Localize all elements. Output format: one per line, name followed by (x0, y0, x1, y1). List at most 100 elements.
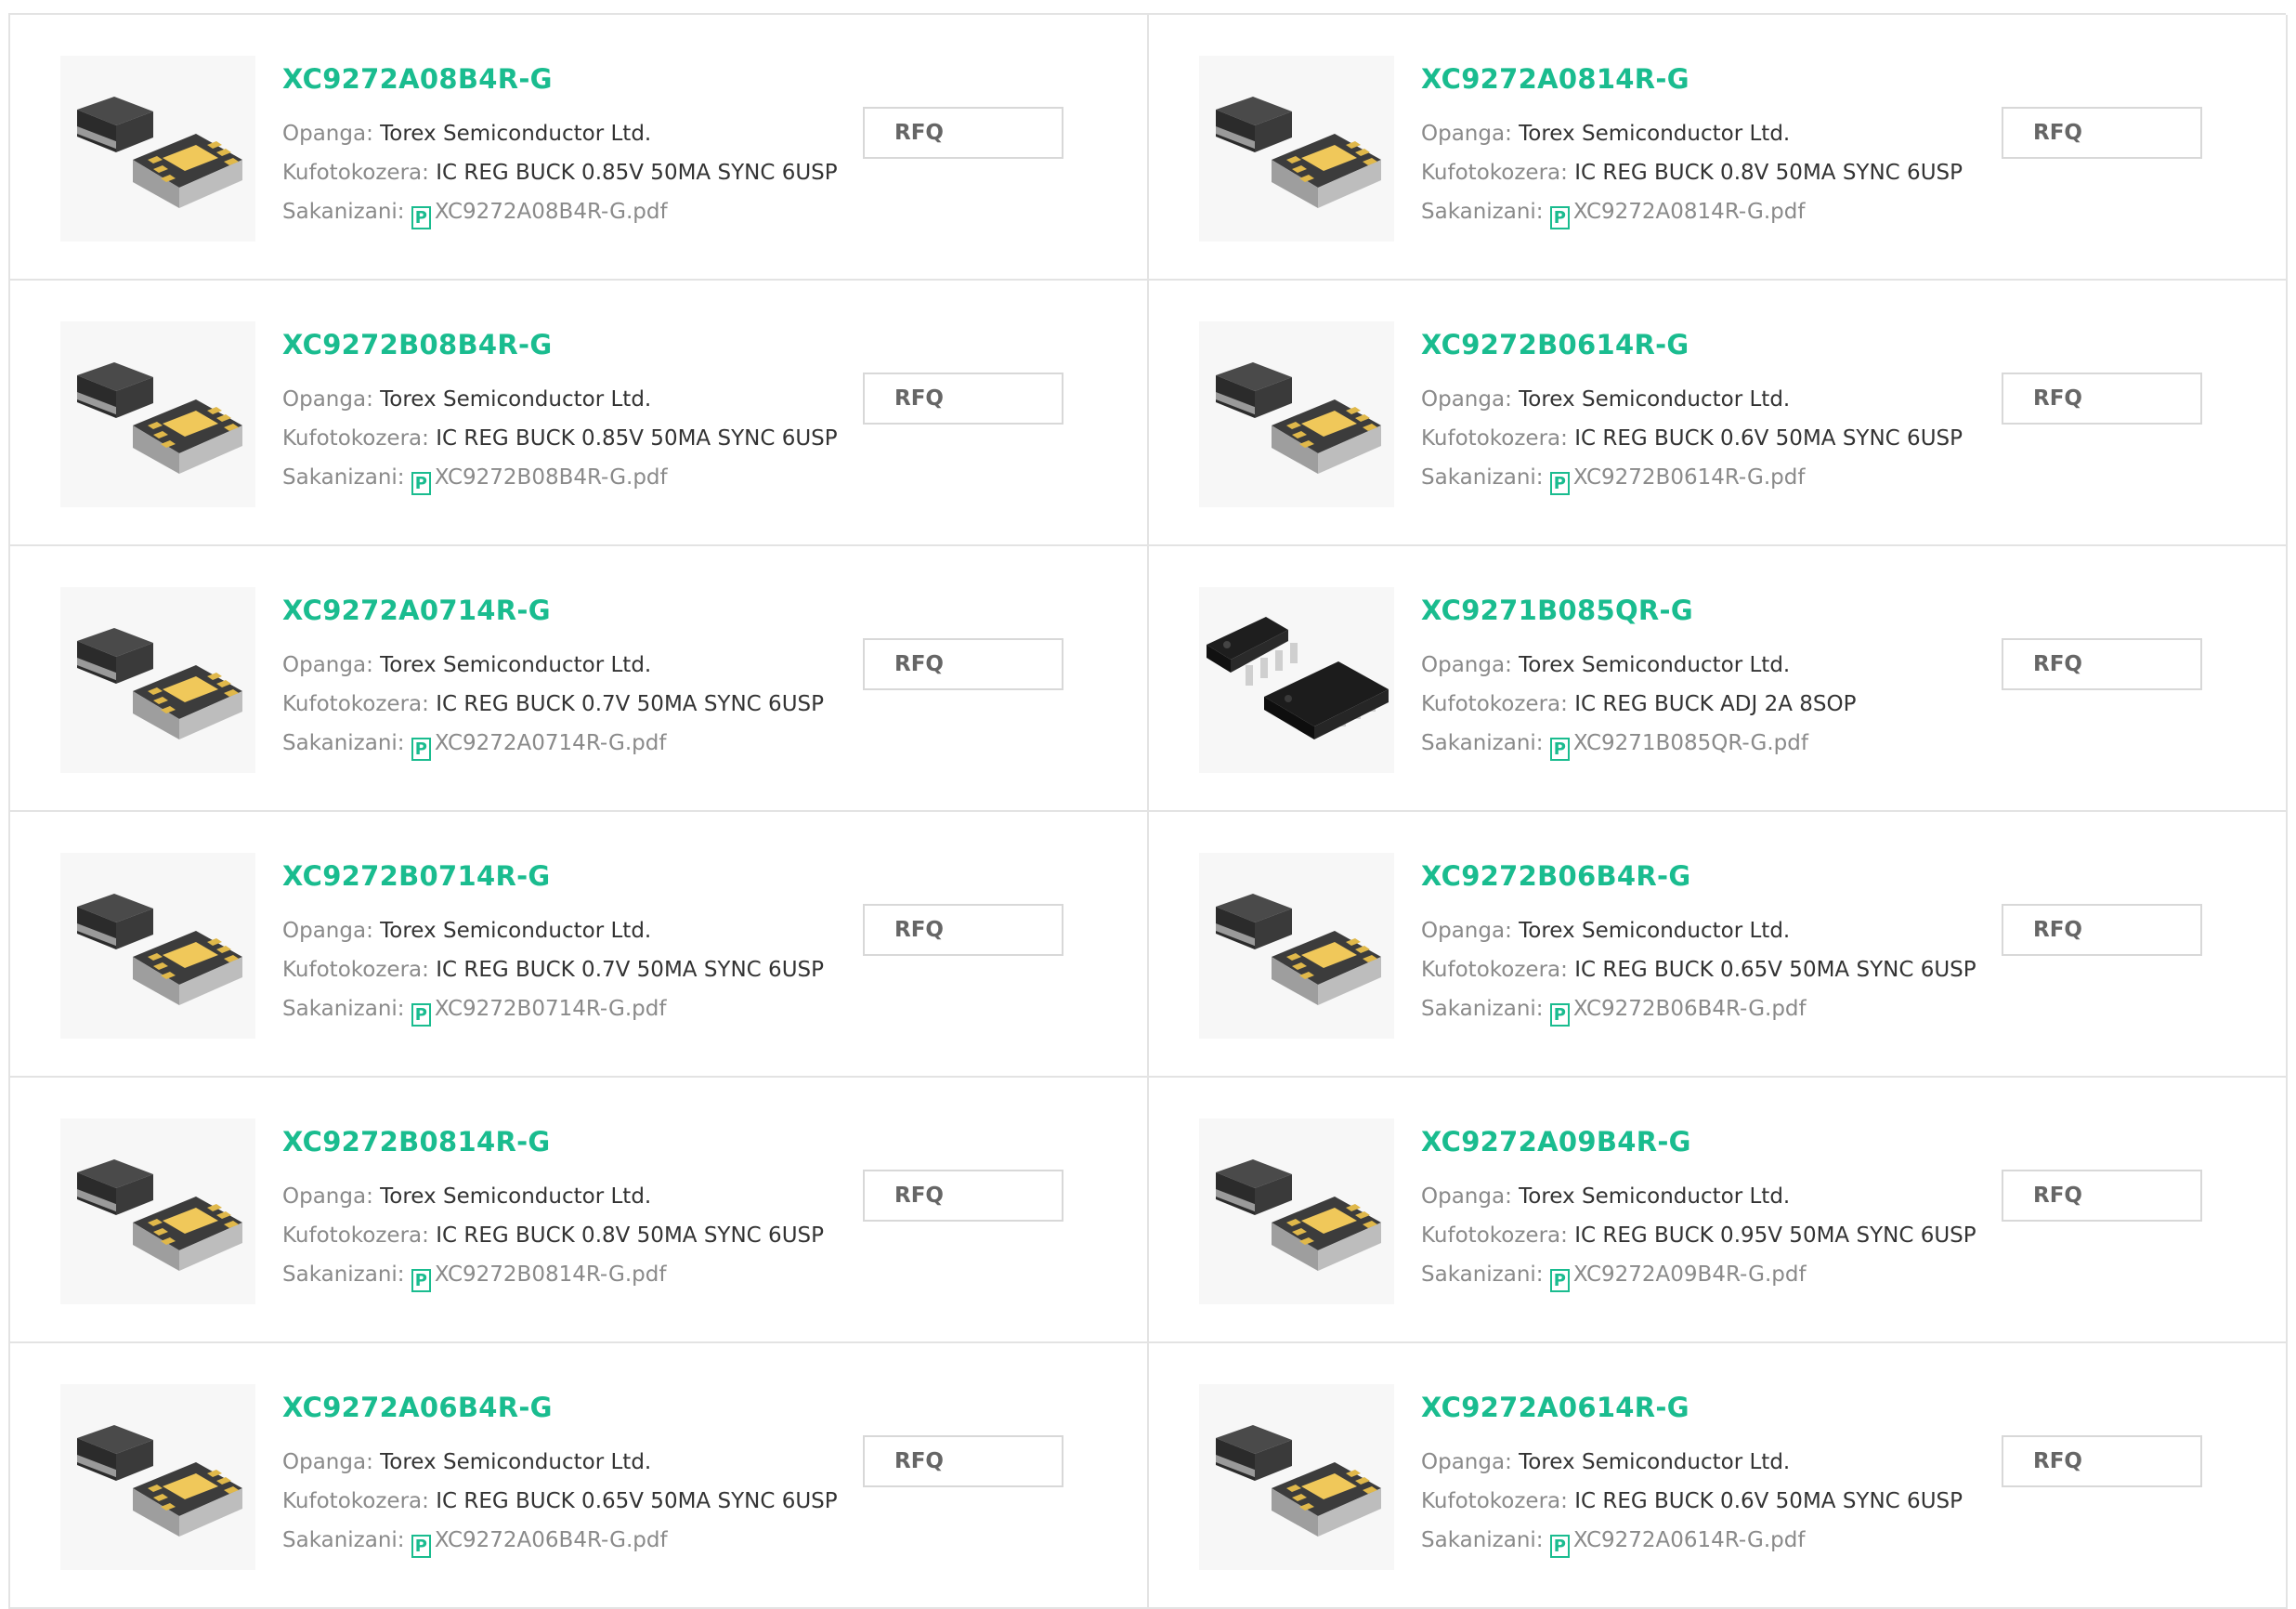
part-number-link[interactable]: XC9272B0614R-G (1421, 329, 1689, 360)
product-image[interactable] (1199, 321, 1394, 507)
product-image[interactable] (1199, 853, 1394, 1039)
description-value: IC REG BUCK 0.6V 50MA SYNC 6USP (1574, 426, 1963, 451)
datasheet-filename: XC9272A09B4R-G.pdf (1572, 1262, 1807, 1287)
product-image[interactable] (1199, 1384, 1394, 1570)
manufacturer-value: Torex Semiconductor Ltd. (380, 919, 652, 943)
manufacturer-row: Opanga: Torex Semiconductor Ltd. (282, 1450, 651, 1474)
pdf-icon: P (1549, 206, 1570, 229)
datasheet-link[interactable]: P XC9272B08B4R-G.pdf (411, 465, 668, 495)
chip-package-image (77, 1425, 242, 1537)
datasheet-link[interactable]: P XC9272B06B4R-G.pdf (1549, 997, 1807, 1027)
manufacturer-row: Opanga: Torex Semiconductor Ltd. (282, 919, 651, 943)
datasheet-filename: XC9272B08B4R-G.pdf (434, 465, 668, 490)
rfq-button[interactable]: RFQ (2002, 904, 2202, 956)
datasheet-link[interactable]: P XC9272B0614R-G.pdf (1549, 465, 1805, 495)
datasheet-link[interactable]: P XC9272A0814R-G.pdf (1549, 200, 1806, 229)
rfq-button[interactable]: RFQ (2002, 1435, 2202, 1487)
description-label: Kufotokozera: (1421, 1223, 1568, 1248)
datasheet-link[interactable]: P XC9272B0814R-G.pdf (411, 1262, 666, 1292)
rfq-button[interactable]: RFQ (2002, 638, 2202, 690)
datasheet-row: Sakanizani: P XC9272A08B4R-G.pdf (282, 200, 668, 229)
product-card: XC9271B085QR-G Opanga: Torex Semiconduct… (1149, 546, 2288, 812)
product-image[interactable] (1199, 587, 1394, 773)
manufacturer-value: Torex Semiconductor Ltd. (380, 653, 652, 677)
rfq-button[interactable]: RFQ (863, 638, 1063, 690)
description-label: Kufotokozera: (1421, 692, 1568, 716)
pdf-icon: P (411, 206, 431, 229)
datasheet-link[interactable]: P XC9272A06B4R-G.pdf (411, 1528, 668, 1558)
datasheet-link[interactable]: P XC9272A0614R-G.pdf (1549, 1528, 1805, 1558)
product-image[interactable] (1199, 1118, 1394, 1304)
manufacturer-label: Opanga: (1421, 653, 1512, 677)
description-row: Kufotokozera: IC REG BUCK 0.7V 50MA SYNC… (282, 692, 824, 716)
part-number-link[interactable]: XC9272A09B4R-G (1421, 1126, 1691, 1158)
manufacturer-row: Opanga: Torex Semiconductor Ltd. (282, 387, 651, 412)
part-number-link[interactable]: XC9272B0814R-G (282, 1126, 551, 1158)
datasheet-row: Sakanizani: P XC9271B085QR-G.pdf (1421, 731, 1808, 761)
manufacturer-value: Torex Semiconductor Ltd. (1519, 653, 1791, 677)
chip-package-image (77, 894, 242, 1005)
manufacturer-row: Opanga: Torex Semiconductor Ltd. (1421, 919, 1790, 943)
part-number-link[interactable]: XC9272A08B4R-G (282, 63, 553, 95)
description-row: Kufotokozera: IC REG BUCK 0.65V 50MA SYN… (282, 1489, 838, 1513)
datasheet-row: Sakanizani: P XC9272B0814R-G.pdf (282, 1262, 666, 1292)
datasheet-filename: XC9272B0714R-G.pdf (434, 997, 667, 1021)
chip-package-image (77, 628, 242, 739)
manufacturer-row: Opanga: Torex Semiconductor Ltd. (282, 653, 651, 677)
part-number-link[interactable]: XC9272B0714R-G (282, 860, 551, 892)
datasheet-filename: XC9272A0814R-G.pdf (1572, 200, 1806, 224)
product-image[interactable] (60, 56, 255, 242)
product-image[interactable] (60, 1384, 255, 1570)
part-number-link[interactable]: XC9271B085QR-G (1421, 595, 1693, 626)
datasheet-filename: XC9272A06B4R-G.pdf (434, 1528, 668, 1552)
rfq-button[interactable]: RFQ (2002, 107, 2202, 159)
part-number-link[interactable]: XC9272A06B4R-G (282, 1392, 553, 1423)
description-label: Kufotokozera: (1421, 958, 1568, 982)
product-image[interactable] (60, 1118, 255, 1304)
rfq-button[interactable]: RFQ (2002, 373, 2202, 425)
manufacturer-row: Opanga: Torex Semiconductor Ltd. (282, 1184, 651, 1209)
description-value: IC REG BUCK 0.7V 50MA SYNC 6USP (436, 958, 824, 982)
datasheet-label: Sakanizani: (1421, 997, 1544, 1021)
manufacturer-label: Opanga: (1421, 1184, 1512, 1209)
description-row: Kufotokozera: IC REG BUCK 0.7V 50MA SYNC… (282, 958, 824, 982)
description-value: IC REG BUCK 0.6V 50MA SYNC 6USP (1574, 1489, 1963, 1513)
part-number-link[interactable]: XC9272A0814R-G (1421, 63, 1689, 95)
rfq-button[interactable]: RFQ (2002, 1170, 2202, 1222)
rfq-button[interactable]: RFQ (863, 107, 1063, 159)
description-row: Kufotokozera: IC REG BUCK 0.85V 50MA SYN… (282, 426, 838, 451)
description-row: Kufotokozera: IC REG BUCK 0.8V 50MA SYNC… (282, 1223, 824, 1248)
rfq-button[interactable]: RFQ (863, 373, 1063, 425)
manufacturer-label: Opanga: (282, 1184, 373, 1209)
chip-package-image (1216, 894, 1381, 1005)
datasheet-row: Sakanizani: P XC9272A09B4R-G.pdf (1421, 1262, 1807, 1292)
part-number-link[interactable]: XC9272A0614R-G (1421, 1392, 1689, 1423)
datasheet-link[interactable]: P XC9272A09B4R-G.pdf (1549, 1262, 1807, 1292)
rfq-button[interactable]: RFQ (863, 1435, 1063, 1487)
pdf-icon: P (1549, 1003, 1570, 1027)
pdf-icon: P (411, 1535, 431, 1558)
datasheet-link[interactable]: P XC9272B0714R-G.pdf (411, 997, 667, 1027)
product-image[interactable] (60, 587, 255, 773)
product-image[interactable] (1199, 56, 1394, 242)
datasheet-link[interactable]: P XC9272A08B4R-G.pdf (411, 200, 668, 229)
description-row: Kufotokozera: IC REG BUCK 0.65V 50MA SYN… (1421, 958, 1976, 982)
datasheet-label: Sakanizani: (1421, 1262, 1544, 1287)
product-card: XC9272B06B4R-G Opanga: Torex Semiconduct… (1149, 812, 2288, 1078)
datasheet-link[interactable]: P XC9272A0714R-G.pdf (411, 731, 667, 761)
description-value: IC REG BUCK 0.7V 50MA SYNC 6USP (436, 692, 824, 716)
datasheet-label: Sakanizani: (1421, 1528, 1544, 1552)
part-number-link[interactable]: XC9272A0714R-G (282, 595, 551, 626)
product-image[interactable] (60, 321, 255, 507)
part-number-link[interactable]: XC9272B08B4R-G (282, 329, 552, 360)
rfq-button[interactable]: RFQ (863, 904, 1063, 956)
rfq-button[interactable]: RFQ (863, 1170, 1063, 1222)
datasheet-filename: XC9272A0714R-G.pdf (434, 731, 667, 755)
manufacturer-row: Opanga: Torex Semiconductor Ltd. (1421, 387, 1790, 412)
datasheet-link[interactable]: P XC9271B085QR-G.pdf (1549, 731, 1808, 761)
part-number-link[interactable]: XC9272B06B4R-G (1421, 860, 1690, 892)
manufacturer-value: Torex Semiconductor Ltd. (380, 1184, 652, 1209)
manufacturer-label: Opanga: (1421, 1450, 1512, 1474)
manufacturer-row: Opanga: Torex Semiconductor Ltd. (1421, 653, 1790, 677)
product-image[interactable] (60, 853, 255, 1039)
